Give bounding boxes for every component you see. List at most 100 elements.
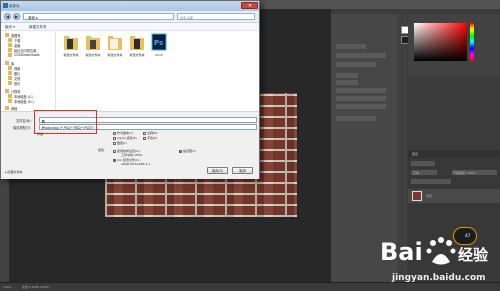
layers-tab-bar[interactable]: 图层 (408, 150, 500, 158)
ps-prop-row[interactable] (336, 62, 376, 67)
layer-filter-select[interactable] (411, 161, 435, 166)
option-as-copy[interactable]: 作为副本(Y) (113, 131, 133, 135)
svg-text:Ps: Ps (154, 39, 163, 47)
option-layers[interactable]: 图层(L) (113, 141, 127, 145)
close-button[interactable]: ✕ (241, 2, 258, 9)
sidebar-label: 本地磁盘 (D:) (14, 99, 34, 104)
navigation-pane: 收藏夹 下载 桌面 最近访问的位置 2345Downloads 库 视频 图片 … (1, 31, 56, 111)
watermark-url: jingyan.baidu.com (392, 273, 486, 283)
dialog-titlebar[interactable]: 另存为 ✕ (1, 1, 259, 11)
file-label: brick (155, 53, 163, 57)
folder-icon (64, 36, 78, 50)
save-button[interactable]: 保存(S) (207, 167, 228, 174)
ps-prop-row[interactable] (336, 88, 386, 93)
checkbox-checked-icon[interactable] (179, 149, 182, 153)
dialog-title: 另存为 (9, 4, 20, 8)
option-label: 图层(L) (117, 141, 128, 145)
option-label: 专色(P) (147, 136, 158, 140)
svg-text:经验: 经验 (458, 246, 489, 264)
search-input[interactable]: 搜索 桌面 (177, 13, 255, 20)
hide-folders-label: 隐藏文件夹 (7, 170, 23, 174)
filename-label: 文件名(N): (16, 119, 32, 123)
drive-icon (8, 98, 12, 103)
ps-prop-row[interactable] (336, 73, 358, 78)
library-icon (5, 60, 9, 65)
organize-menu[interactable]: 组织 ▾ (5, 25, 15, 30)
sidebar-label: 网络 (11, 106, 18, 111)
blend-mode-label: 正常 (413, 171, 420, 175)
file-item-folder[interactable]: 新建文件夹 (60, 33, 82, 65)
sidebar-label: 音乐 (14, 81, 21, 86)
opacity-field[interactable]: 不透明度: 100% (452, 170, 497, 175)
opacity-label: 不透明度: 100% (453, 171, 476, 175)
option-alpha-channels[interactable]: Alpha 通道(E) (113, 136, 137, 140)
checkbox-icon[interactable] (113, 136, 116, 140)
dialog-navigation-bar: ◀ ▶ 桌面 ▸ 搜索 桌面 (1, 11, 259, 23)
breadcrumb[interactable]: 桌面 ▸ (28, 16, 38, 21)
option-label: 注释(N) (147, 131, 158, 135)
back-arrow-icon[interactable]: ◀ (4, 13, 11, 20)
file-item-folder[interactable]: 新建文件夹 (104, 33, 126, 65)
network-icon (5, 105, 9, 110)
file-label: 新建文件夹 (107, 53, 123, 57)
ps-prop-row[interactable] (336, 96, 386, 101)
option-spot-colors[interactable]: 专色(P) (143, 136, 157, 140)
layer-thumbnail (412, 191, 422, 201)
svg-text:Bai: Bai (380, 238, 423, 266)
blend-mode-select[interactable]: 正常 (411, 170, 437, 175)
checkbox-icon[interactable] (113, 149, 116, 153)
new-folder-button[interactable]: 新建文件夹 (29, 25, 47, 30)
hide-folders-toggle[interactable]: ▴ 隐藏文件夹 (5, 170, 22, 174)
music-icon (8, 80, 12, 85)
checkbox-checked-icon[interactable] (113, 158, 116, 162)
option-notes[interactable]: 注释(N) (143, 131, 158, 135)
ps-prop-row[interactable] (336, 116, 376, 121)
proof-profile-value: 工作中的 CMYK (121, 153, 143, 157)
checkbox-icon[interactable] (113, 131, 116, 135)
baidu-logo-icon: Bai 经验 (380, 237, 489, 266)
search-placeholder: 搜索 桌面 (180, 15, 193, 20)
file-label: 新建文件夹 (63, 53, 79, 57)
file-label: 新建文件夹 (85, 53, 101, 57)
save-as-dialog: 另存为 ✕ ◀ ▶ 桌面 ▸ 搜索 桌面 组织 ▾ 新建文件夹 收藏夹 下载 桌… (0, 0, 260, 179)
checkbox-icon[interactable] (143, 136, 146, 140)
annotation-highlight-box (34, 110, 97, 134)
dialog-toolbar: 组织 ▾ 新建文件夹 (1, 23, 259, 31)
recent-icon (8, 47, 12, 52)
option-label: 作为副本(Y) (117, 131, 134, 135)
icc-profile-value: sRGB IEC61966-2.1 (121, 162, 151, 166)
drive-icon (8, 93, 12, 98)
zoom-level[interactable]: 100% (3, 285, 12, 289)
option-thumbnail[interactable]: 缩览图(T) (179, 149, 196, 153)
address-bar[interactable]: 桌面 ▸ (23, 13, 174, 20)
save-options-label: 存储: (37, 132, 45, 136)
lock-controls[interactable] (411, 179, 451, 184)
baidu-jingyan-watermark: Bai 经验 jingyan.baidu.com (378, 232, 496, 288)
option-label: 缩览图(T) (183, 149, 197, 153)
option-label: Alpha 通道(E) (117, 136, 137, 140)
ps-prop-row[interactable] (336, 104, 386, 109)
layers-tab[interactable]: 图层 (412, 152, 418, 156)
cancel-button[interactable]: 取消 (232, 167, 253, 174)
forward-arrow-icon[interactable]: ▶ (13, 13, 20, 20)
close-icon: ✕ (248, 3, 253, 9)
color-options-label: 颜色: (98, 148, 106, 152)
folder-icon (8, 52, 12, 57)
document-size: 文档:1.64M/1.64M (22, 285, 49, 289)
photoshop-file-icon: Ps (151, 33, 167, 51)
ps-prop-row[interactable] (336, 53, 386, 58)
ps-prop-row[interactable] (336, 80, 358, 85)
file-item-folder[interactable]: 新建文件夹 (82, 33, 104, 65)
video-icon (8, 65, 12, 70)
checkbox-icon[interactable] (143, 131, 146, 135)
file-label: 新建文件夹 (129, 53, 145, 57)
folder-icon (108, 36, 122, 50)
file-item-folder[interactable]: 新建文件夹 (126, 33, 148, 65)
file-list: 新建文件夹 新建文件夹 新建文件夹 新建文件夹 Ps brick (56, 31, 259, 111)
color-picker-field[interactable] (414, 23, 467, 61)
hue-slider[interactable] (470, 23, 474, 61)
file-item-psd[interactable]: Ps brick (148, 33, 170, 65)
ps-prop-row[interactable] (336, 44, 366, 49)
checkbox-icon[interactable] (113, 141, 116, 145)
folder-icon (86, 36, 100, 50)
